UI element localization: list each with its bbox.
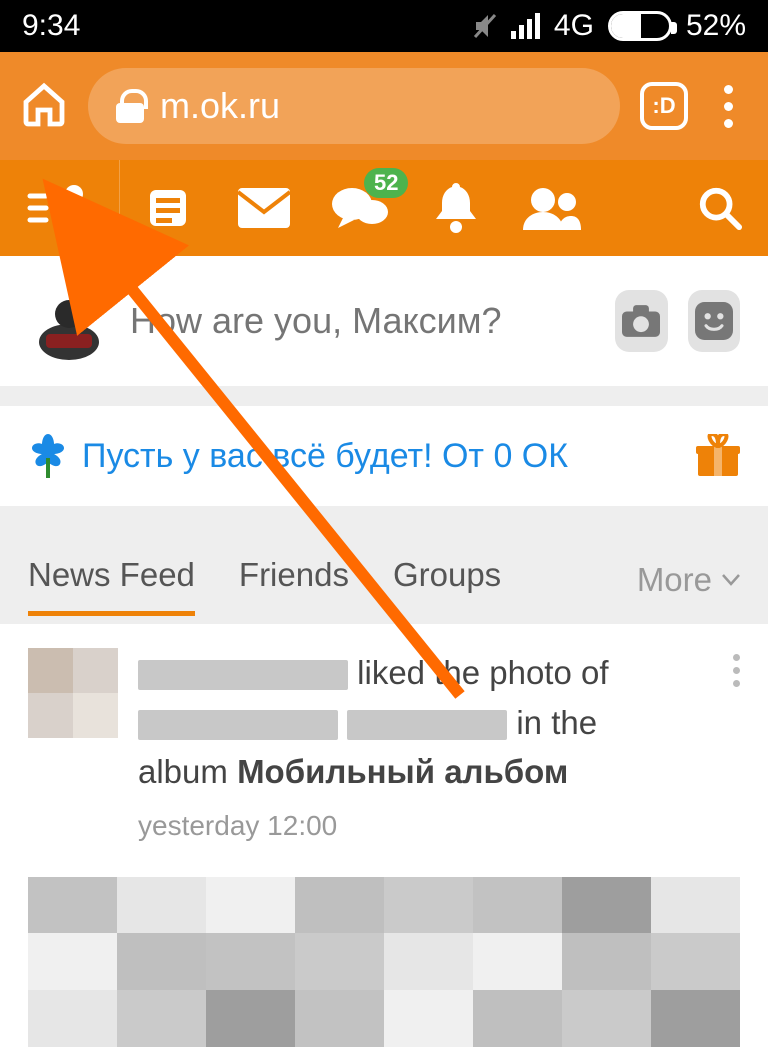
discussions-badge: 52 <box>364 168 408 198</box>
promo-text: Пусть у вас всё будет! От 0 ОК <box>82 437 682 476</box>
feed-tabs: News Feed Friends Groups More <box>0 546 768 614</box>
battery-icon <box>608 11 672 41</box>
status-composer <box>0 256 768 386</box>
url-bar[interactable]: m.ok.ru <box>88 68 620 144</box>
gift-icon <box>696 434 740 478</box>
ok-navbar: 52 <box>0 160 768 256</box>
friends-icon[interactable] <box>504 160 600 256</box>
mail-icon[interactable] <box>216 160 312 256</box>
discussions-icon[interactable]: 52 <box>312 160 408 256</box>
phone-status-bar: 9:34 4G 52% <box>0 0 768 52</box>
url-text: m.ok.ru <box>160 85 280 127</box>
status-input[interactable] <box>130 300 595 342</box>
feed-item-menu[interactable] <box>733 648 740 847</box>
notifications-icon[interactable] <box>408 160 504 256</box>
tabs-button[interactable]: :D <box>640 82 688 130</box>
emoji-button[interactable] <box>688 290 741 352</box>
search-icon[interactable] <box>672 160 768 256</box>
battery-pct: 52% <box>686 9 746 43</box>
chevron-down-icon <box>722 574 740 586</box>
tab-friends[interactable]: Friends <box>239 546 349 614</box>
status-right: 4G 52% <box>473 9 746 43</box>
status-time: 9:34 <box>22 9 80 43</box>
browser-menu-button[interactable] <box>708 85 748 128</box>
tab-more[interactable]: More <box>637 561 740 599</box>
network-label: 4G <box>554 9 594 43</box>
home-icon[interactable] <box>20 80 68 133</box>
feed-icon[interactable] <box>120 160 216 256</box>
feed-timestamp: yesterday 12:00 <box>138 805 713 847</box>
promo-banner[interactable]: Пусть у вас всё будет! От 0 ОК <box>0 406 768 506</box>
browser-toolbar: m.ok.ru :D <box>0 52 768 160</box>
tab-groups[interactable]: Groups <box>393 546 501 614</box>
signal-icon <box>511 13 540 39</box>
avatar[interactable] <box>28 280 110 362</box>
lock-icon <box>116 89 144 123</box>
feed-photo[interactable] <box>28 877 740 1047</box>
flower-icon <box>28 434 68 478</box>
feed-avatar[interactable] <box>28 648 118 738</box>
ok-menu-logo[interactable] <box>0 160 120 256</box>
mute-icon <box>473 13 497 39</box>
feed-text: liked the photo of in the album Мобильны… <box>138 648 713 847</box>
camera-button[interactable] <box>615 290 668 352</box>
feed-item: liked the photo of in the album Мобильны… <box>0 624 768 1059</box>
tab-news-feed[interactable]: News Feed <box>28 546 195 614</box>
